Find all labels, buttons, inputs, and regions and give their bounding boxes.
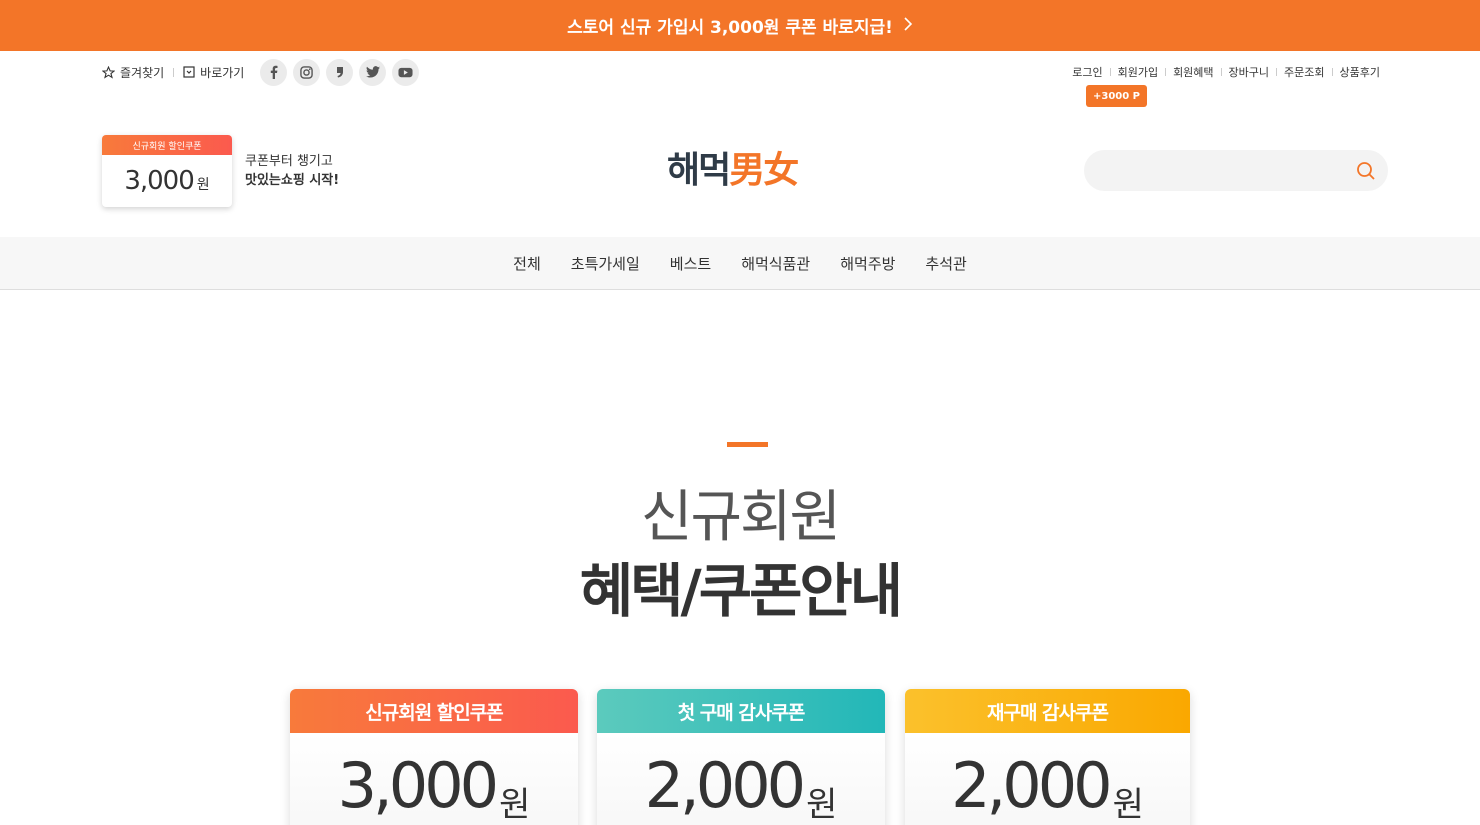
- coupon-card-title: 첫 구매 감사쿠폰: [597, 689, 885, 733]
- nav-item-all[interactable]: 전체: [513, 253, 541, 274]
- coupon-card-title: 신규회원 할인쿠폰: [290, 689, 578, 733]
- header-coupon-copy: 쿠폰부터 챙기고 맛있는쇼핑 시작!: [245, 152, 339, 190]
- blog-icon[interactable]: [326, 58, 354, 86]
- search-input[interactable]: [1102, 158, 1342, 183]
- divider: [1276, 68, 1278, 76]
- facebook-icon[interactable]: [260, 58, 288, 86]
- divider: [1109, 68, 1111, 76]
- search-box: [1084, 150, 1388, 191]
- coupon-card-body: 3,000 원: [290, 733, 578, 825]
- nav-item-chuseok[interactable]: 추석관: [925, 253, 966, 274]
- shortcut-label: 바로가기: [200, 65, 245, 80]
- hero-title-line2: 혜택/쿠폰안내: [579, 557, 903, 625]
- cart-link[interactable]: 장바구니: [1229, 64, 1269, 80]
- divider: [1165, 68, 1167, 76]
- twitter-icon[interactable]: [359, 58, 387, 86]
- coupon-card-unit: 원: [499, 785, 531, 825]
- coupon-card-amount: 3,000: [337, 749, 499, 822]
- hero-accent-bar: [727, 442, 768, 447]
- nav-item-kitchen[interactable]: 해먹주방: [840, 253, 895, 274]
- coupon-card-unit: 원: [806, 785, 838, 825]
- coupon-card-first-purchase[interactable]: 첫 구매 감사쿠폰 2,000 원: [597, 689, 885, 825]
- nav-item-super-sale[interactable]: 초특가세일: [571, 253, 640, 274]
- order-lookup-link[interactable]: 주문조회: [1284, 64, 1324, 80]
- nav-item-best[interactable]: 베스트: [670, 253, 711, 274]
- instagram-icon[interactable]: [293, 58, 321, 86]
- coupon-copy-line1: 쿠폰부터 챙기고: [245, 154, 333, 169]
- header-coupon-unit: 원: [196, 177, 210, 193]
- utility-left: 즐겨찾기 바로가기: [102, 58, 420, 86]
- coupon-card-body: 2,000 원: [905, 733, 1190, 825]
- promo-text: 스토어 신규 가입시 3,000원 쿠폰 바로지급!: [567, 18, 893, 38]
- signup-link[interactable]: 회원가입: [1118, 64, 1158, 80]
- star-icon: [102, 65, 115, 79]
- coupon-card-unit: 원: [1112, 785, 1144, 825]
- bookmark-link[interactable]: 즐겨찾기: [102, 64, 164, 81]
- login-link[interactable]: 로그인: [1072, 64, 1102, 80]
- divider: [1220, 68, 1222, 76]
- coupon-card-amount: 2,000: [951, 749, 1112, 822]
- header-coupon-amount: 3,000: [124, 166, 194, 196]
- coupon-card-repurchase[interactable]: 재구매 감사쿠폰 2,000 원: [905, 689, 1190, 825]
- divider: [1331, 68, 1333, 76]
- shortcut-link[interactable]: 바로가기: [183, 64, 244, 81]
- shortcut-icon: [183, 66, 195, 78]
- header-coupon-amount-wrap: 3,000 원: [102, 155, 232, 207]
- coupon-card-new-member[interactable]: 신규회원 할인쿠폰 3,000 원: [290, 689, 578, 825]
- social-links: [260, 58, 420, 86]
- nav-item-food[interactable]: 해먹식품관: [741, 253, 810, 274]
- coupon-card-amount: 2,000: [644, 749, 806, 822]
- coupon-card-title: 재구매 감사쿠폰: [905, 689, 1190, 733]
- hero-title-line1: 신규회원: [640, 485, 841, 550]
- bookmark-label: 즐겨찾기: [120, 65, 165, 80]
- divider: [173, 67, 175, 77]
- reviews-link[interactable]: 상품후기: [1340, 64, 1380, 80]
- youtube-icon[interactable]: [392, 58, 420, 86]
- chevron-right-icon: [903, 16, 913, 35]
- utility-right: 로그인 회원가입 회원혜택 장바구니 주문조회 상품후기: [1072, 64, 1380, 80]
- coupon-copy-line2: 맛있는쇼핑 시작!: [245, 173, 340, 188]
- header-coupon-banner[interactable]: 신규회원 할인쿠폰 3,000 원: [102, 135, 232, 207]
- search-icon[interactable]: [1356, 161, 1376, 181]
- member-benefits-link[interactable]: 회원혜택: [1173, 64, 1213, 80]
- coupon-card-body: 2,000 원: [597, 733, 885, 825]
- main-nav: 전체 초특가세일 베스트 해먹식품관 해먹주방 추석관: [0, 237, 1480, 290]
- header-coupon-title: 신규회원 할인쿠폰: [102, 135, 232, 155]
- logo-text-main: 해먹: [667, 150, 731, 191]
- top-promo-banner[interactable]: 스토어 신규 가입시 3,000원 쿠폰 바로지급!: [0, 0, 1480, 51]
- site-logo[interactable]: 해먹 男女: [667, 143, 799, 191]
- signup-point-badge[interactable]: +3000 P: [1086, 85, 1147, 107]
- logo-text-accent: 男女: [729, 150, 799, 191]
